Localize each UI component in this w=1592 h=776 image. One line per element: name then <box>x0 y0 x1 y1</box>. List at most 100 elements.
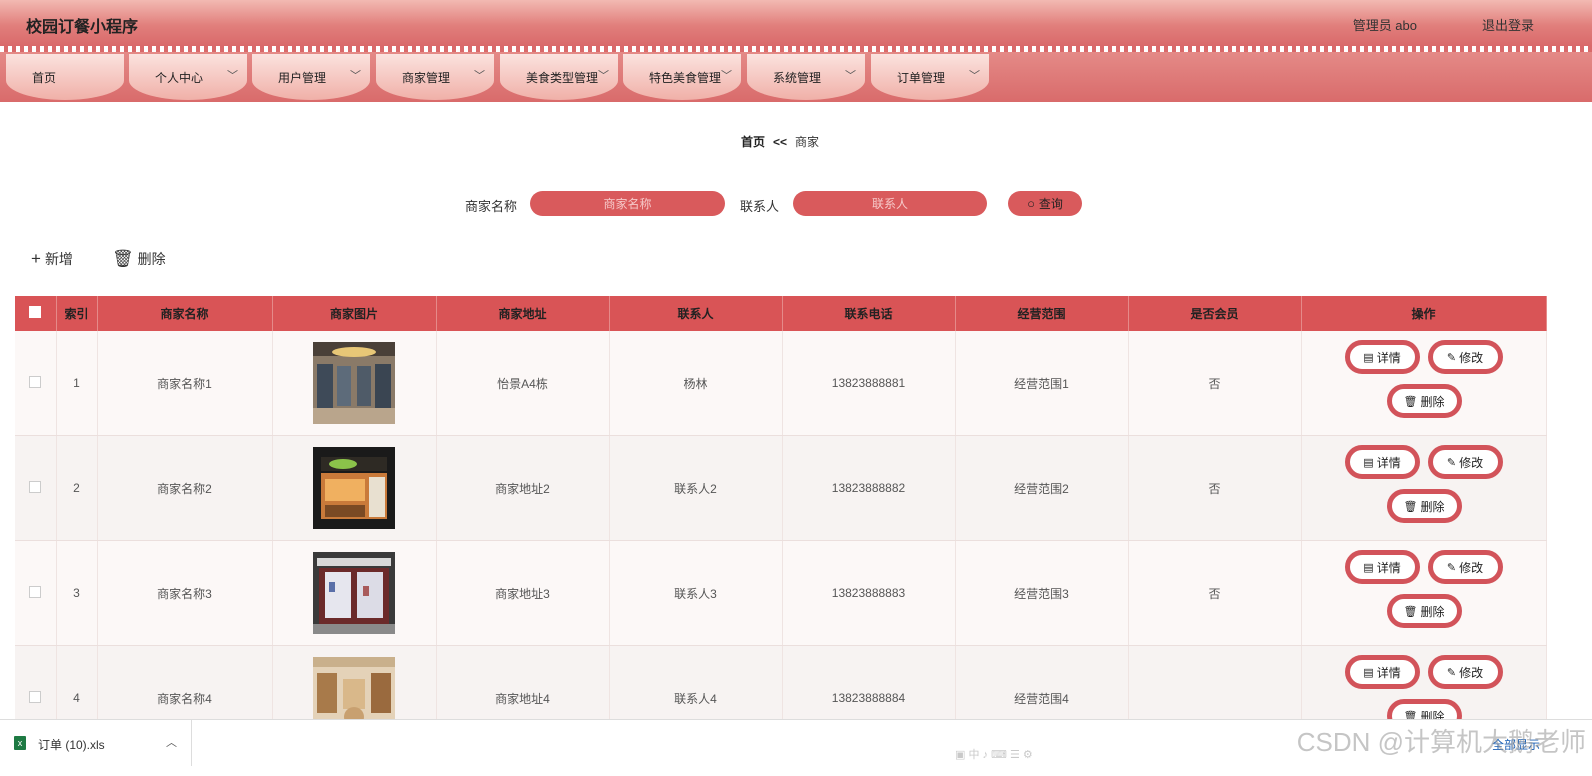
column-header: 操作 <box>1301 296 1547 331</box>
nav-item-home[interactable]: 首页 <box>6 54 124 100</box>
current-user: 管理员 abo <box>1352 18 1417 33</box>
row-checkbox[interactable] <box>29 690 42 703</box>
contact-input[interactable] <box>793 191 987 216</box>
merchant-name-input[interactable] <box>530 191 725 216</box>
chevron-down-icon: ﹀ <box>721 70 732 82</box>
column-header: 经营范围 <box>955 296 1129 331</box>
cell-scope: 经营范围1 <box>955 331 1129 436</box>
row-select-cell <box>15 540 57 646</box>
cell-phone: 13823888881 <box>782 331 956 436</box>
cell-operations: ▤ 详情 ✎ 修改 🗑 删除 <box>1301 435 1547 541</box>
nav-item-food-types[interactable]: 美食类型管理 ﹀ <box>500 54 618 100</box>
nav-item-system[interactable]: 系统管理 ﹀ <box>747 54 865 100</box>
cell-image <box>272 540 437 646</box>
detail-button[interactable]: ▤ 详情 <box>1344 655 1420 689</box>
nav-item-profile[interactable]: 个人中心 ﹀ <box>129 54 247 100</box>
add-button-label: 新增 <box>44 251 73 267</box>
top-header: 校园订餐小程序 管理员 abo 退出登录 <box>0 0 1592 46</box>
row-checkbox[interactable] <box>29 375 42 388</box>
row-checkbox[interactable] <box>29 480 42 493</box>
row-operations: ▤ 详情 ✎ 修改 🗑 删除 <box>1302 436 1546 540</box>
merchant-image <box>313 447 395 529</box>
download-item[interactable]: x 订单 (10).xls ︿ <box>0 720 192 766</box>
delete-button[interactable]: 🗑 删除 <box>1386 489 1462 523</box>
contact-label: 联系人 <box>740 199 780 214</box>
ime-toolbar-icon: ▣ 中 ♪ ⌨ ☰ ⚙ <box>955 749 1033 761</box>
cell-name: 商家名称3 <box>97 540 273 646</box>
detail-button[interactable]: ▤ 详情 <box>1344 550 1420 584</box>
cell-index: 1 <box>56 331 98 436</box>
add-button[interactable]: + 新增 <box>31 249 73 269</box>
detail-label: 详情 <box>1376 560 1401 575</box>
table-row: 3 商家名称3 商家地址3 联系人3 13823888883 经营范围3 否 ▤… <box>15 540 1547 646</box>
cell-address: 商家地址2 <box>436 435 610 541</box>
detail-button[interactable]: ▤ 详情 <box>1344 340 1420 374</box>
pencil-icon: ✎ <box>1446 666 1457 679</box>
nav-item-orders[interactable]: 订单管理 ﹀ <box>871 54 989 100</box>
nav-item-users[interactable]: 用户管理 ﹀ <box>252 54 370 100</box>
row-checkbox[interactable] <box>29 585 42 598</box>
row-select-cell <box>15 331 57 436</box>
column-header: 商家名称 <box>97 296 273 331</box>
search-icon: ○ <box>1027 196 1035 211</box>
plus-icon: + <box>31 249 41 268</box>
detail-label: 详情 <box>1376 350 1401 365</box>
cell-contact: 联系人3 <box>609 540 783 646</box>
delete-button[interactable]: 🗑 删除 <box>1386 384 1462 418</box>
document-icon: ▤ <box>1363 351 1374 364</box>
delete-button[interactable]: 🗑 删除 <box>1386 594 1462 628</box>
edit-button[interactable]: ✎ 修改 <box>1427 445 1503 479</box>
detail-button[interactable]: ▤ 详情 <box>1344 445 1420 479</box>
edit-label: 修改 <box>1459 665 1484 680</box>
edit-label: 修改 <box>1459 350 1484 365</box>
column-header: 联系电话 <box>782 296 956 331</box>
cell-image <box>272 435 437 541</box>
chevron-up-icon[interactable]: ︿ <box>166 734 177 750</box>
cell-address: 商家地址3 <box>436 540 610 646</box>
select-all-cell <box>15 296 57 331</box>
nav-label: 商家管理 <box>402 71 451 85</box>
logout-link[interactable]: 退出登录 <box>1482 15 1534 34</box>
delete-label: 删除 <box>1420 499 1445 514</box>
nav-label: 美食类型管理 <box>526 71 599 85</box>
trash-icon: 🗑 <box>1403 605 1418 618</box>
edit-button[interactable]: ✎ 修改 <box>1427 655 1503 689</box>
bulk-delete-button[interactable]: 🗑 删除 <box>112 249 166 269</box>
app-title: 校园订餐小程序 <box>26 19 139 36</box>
trash-icon: 🗑 <box>1403 500 1418 513</box>
cell-operations: ▤ 详情 ✎ 修改 🗑 删除 <box>1301 331 1547 436</box>
main-nav: 首页 个人中心 ﹀ 用户管理 ﹀ 商家管理 ﹀ 美食类型管理 ﹀ 特色美食管理 … <box>0 52 1592 102</box>
delete-label: 删除 <box>1420 394 1445 409</box>
pencil-icon: ✎ <box>1446 351 1457 364</box>
detail-label: 详情 <box>1376 455 1401 470</box>
trash-icon: 🗑 <box>1403 395 1418 408</box>
cell-scope: 经营范围2 <box>955 435 1129 541</box>
nav-label: 订单管理 <box>897 71 946 85</box>
search-button[interactable]: ○ 查询 <box>1008 191 1082 216</box>
chevron-down-icon: ﹀ <box>969 70 980 82</box>
delete-label: 删除 <box>1420 604 1445 619</box>
nav-label: 个人中心 <box>155 71 204 85</box>
nav-item-special-food[interactable]: 特色美食管理 ﹀ <box>623 54 741 100</box>
download-filename: 订单 (10).xls <box>38 738 105 752</box>
table-row: 1 商家名称1 怡景A4栋 杨林 13823888881 经营范围1 否 ▤ 详… <box>15 331 1547 436</box>
merchant-table: 索引 商家名称 商家图片 商家地址 联系人 联系电话 经营范围 是否会员 操作 … <box>15 296 1547 751</box>
breadcrumb-home[interactable]: 首页 <box>741 135 765 149</box>
edit-label: 修改 <box>1459 455 1484 470</box>
nav-item-merchants[interactable]: 商家管理 ﹀ <box>376 54 494 100</box>
edit-button[interactable]: ✎ 修改 <box>1427 340 1503 374</box>
bulk-delete-label: 删除 <box>137 251 166 267</box>
edit-button[interactable]: ✎ 修改 <box>1427 550 1503 584</box>
row-operations: ▤ 详情 ✎ 修改 🗑 删除 <box>1302 331 1546 435</box>
cell-image <box>272 331 437 436</box>
pencil-icon: ✎ <box>1446 456 1457 469</box>
column-header: 联系人 <box>609 296 783 331</box>
cell-scope: 经营范围3 <box>955 540 1129 646</box>
select-all-checkbox[interactable] <box>29 306 42 318</box>
nav-label: 系统管理 <box>773 71 822 85</box>
column-header: 是否会员 <box>1128 296 1302 331</box>
merchant-image <box>313 552 395 634</box>
search-button-label: 查询 <box>1038 197 1063 211</box>
nav-label: 首页 <box>32 71 57 85</box>
document-icon: ▤ <box>1363 456 1374 469</box>
